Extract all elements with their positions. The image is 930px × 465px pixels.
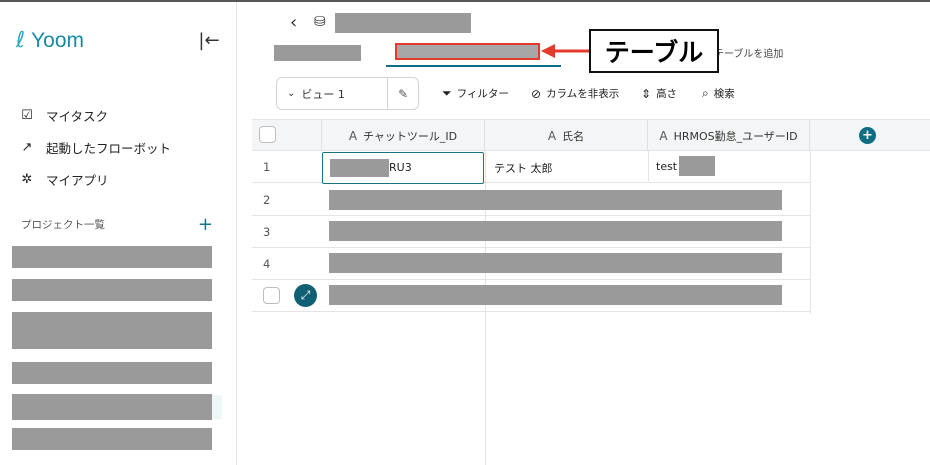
project-item[interactable] — [12, 312, 212, 349]
tab-active[interactable] — [386, 40, 561, 67]
column-header-label: 氏名 — [562, 129, 585, 143]
add-table-tab[interactable]: テーブルを追加 — [714, 45, 783, 60]
collapse-left-icon: |← — [198, 29, 220, 51]
view-label: ビュー 1 — [301, 87, 345, 101]
row-redacted — [329, 253, 782, 273]
text-type-icon: A — [348, 128, 358, 143]
eye-off-icon: ⊘ — [531, 86, 542, 101]
sidebar-item-label: マイタスク — [46, 108, 109, 124]
yoom-logo-icon: ℓ — [16, 28, 26, 53]
cell-text: RU3 — [389, 161, 412, 174]
projects-header: プロジェクト一覧 + — [21, 214, 213, 235]
cell-text[interactable]: test — [656, 160, 677, 173]
hide-columns-button[interactable]: ⊘ カラムを非表示 — [531, 86, 619, 101]
flow-arrow-icon: ↗ — [21, 139, 33, 155]
table-row[interactable]: ⤢ — [252, 280, 810, 312]
sidebar-item-my-apps[interactable]: ✲ マイアプリ — [18, 163, 171, 195]
column-header-chat-id[interactable]: A チャットツール_ID — [322, 120, 485, 151]
tab-redacted[interactable] — [274, 45, 361, 61]
app-network-icon: ✲ — [21, 171, 33, 187]
view-selector[interactable]: ⌄ ビュー 1 ✎ — [276, 77, 419, 110]
text-type-icon: A — [659, 128, 668, 143]
project-item[interactable] — [12, 394, 212, 420]
table-row[interactable]: 3 — [252, 216, 810, 248]
row-number: 3 — [263, 225, 271, 239]
logo[interactable]: ℓ Yoom — [16, 28, 84, 53]
sidebar-item-flowbots[interactable]: ↗ 起動したフローボット — [18, 131, 171, 163]
row-redacted — [329, 221, 782, 241]
row-checkbox[interactable] — [263, 287, 280, 304]
table-row[interactable]: 4 — [252, 248, 810, 280]
database-icon: ⛁ — [314, 14, 326, 30]
row-redacted — [329, 190, 782, 210]
checkbox-icon: ☑ — [21, 107, 33, 123]
row-number: 4 — [263, 257, 271, 271]
hide-columns-label: カラムを非表示 — [546, 88, 620, 100]
table-header: A チャットツール_ID A 氏名 A HRMOS勤怠_ユーザーID + — [252, 119, 930, 151]
text-type-icon: A — [547, 128, 557, 143]
row-number: 2 — [263, 193, 271, 207]
expand-icon: ⤢ — [300, 288, 311, 302]
search-label: 検索 — [713, 88, 735, 100]
project-item-highlight — [212, 395, 222, 419]
projects-label: プロジェクト一覧 — [21, 219, 105, 231]
back-chevron-icon[interactable]: ‹ — [290, 12, 297, 33]
table-row[interactable]: 2 — [252, 184, 810, 216]
project-item[interactable] — [12, 428, 212, 450]
row-height-button[interactable]: ⇕ 高さ — [641, 86, 677, 101]
database-title-redacted — [335, 13, 471, 33]
annotation-callout: テーブル — [589, 29, 719, 73]
data-table: A チャットツール_ID A 氏名 A HRMOS勤怠_ユーザーID + 1 R… — [252, 119, 930, 465]
logo-text: Yoom — [31, 28, 85, 52]
edit-view-button[interactable]: ✎ — [388, 87, 418, 101]
add-project-button[interactable]: + — [198, 214, 213, 235]
main-content: ‹ ⛁ テーブルを追加 テーブル ⌄ ビュー 1 ✎ ⏷ フィルター ⊘ カラム… — [252, 2, 930, 465]
row-number: 1 — [263, 160, 271, 174]
cell-text[interactable]: テスト 太郎 — [494, 160, 553, 176]
row-height-label: 高さ — [656, 88, 678, 100]
expand-row-button[interactable]: ⤢ — [294, 284, 317, 307]
column-header-user-id[interactable]: A HRMOS勤怠_ユーザーID — [648, 120, 810, 151]
column-header-name[interactable]: A 氏名 — [485, 120, 648, 151]
project-item[interactable] — [12, 279, 212, 301]
column-header-label: チャットツール_ID — [363, 129, 458, 143]
project-item[interactable] — [12, 246, 212, 268]
collapse-sidebar-button[interactable]: |← — [197, 28, 221, 52]
selected-cell[interactable]: RU3 — [322, 152, 484, 184]
select-all-checkbox[interactable] — [259, 126, 276, 143]
filter-icon: ⏷ — [442, 86, 452, 100]
row-height-icon: ⇕ — [641, 86, 652, 101]
column-divider — [810, 151, 811, 314]
search-button[interactable]: ⌕ 検索 — [702, 86, 735, 101]
chevron-down-icon: ⌄ — [287, 88, 296, 99]
filter-label: フィルター — [456, 88, 509, 100]
sidebar: ℓ Yoom |← ☑ マイタスク ↗ 起動したフローボット ✲ マイアプリ プ… — [0, 2, 237, 465]
sidebar-nav: ☑ マイタスク ↗ 起動したフローボット ✲ マイアプリ — [18, 99, 171, 195]
add-column-button[interactable]: + — [859, 127, 876, 144]
row-redacted — [329, 285, 782, 305]
view-dropdown[interactable]: ⌄ ビュー 1 — [277, 78, 389, 109]
callout-arrow-icon — [541, 44, 589, 58]
pencil-icon: ✎ — [398, 86, 409, 101]
sidebar-item-my-tasks[interactable]: ☑ マイタスク — [18, 99, 171, 131]
cell-redacted — [330, 159, 389, 177]
table-row[interactable]: 1 RU3 テスト 太郎 test — [252, 151, 810, 184]
header-select-cell — [252, 120, 322, 151]
cell-redacted — [679, 156, 715, 176]
column-header-label: HRMOS勤怠_ユーザーID — [673, 129, 798, 143]
column-divider — [648, 151, 649, 183]
project-item[interactable] — [12, 362, 212, 384]
app-window: ℓ Yoom |← ☑ マイタスク ↗ 起動したフローボット ✲ マイアプリ プ… — [0, 0, 930, 465]
filter-button[interactable]: ⏷ フィルター — [442, 86, 509, 101]
search-icon: ⌕ — [702, 86, 709, 100]
tab-highlight-box — [395, 43, 540, 60]
sidebar-item-label: マイアプリ — [46, 172, 109, 188]
sidebar-item-label: 起動したフローボット — [46, 140, 172, 156]
